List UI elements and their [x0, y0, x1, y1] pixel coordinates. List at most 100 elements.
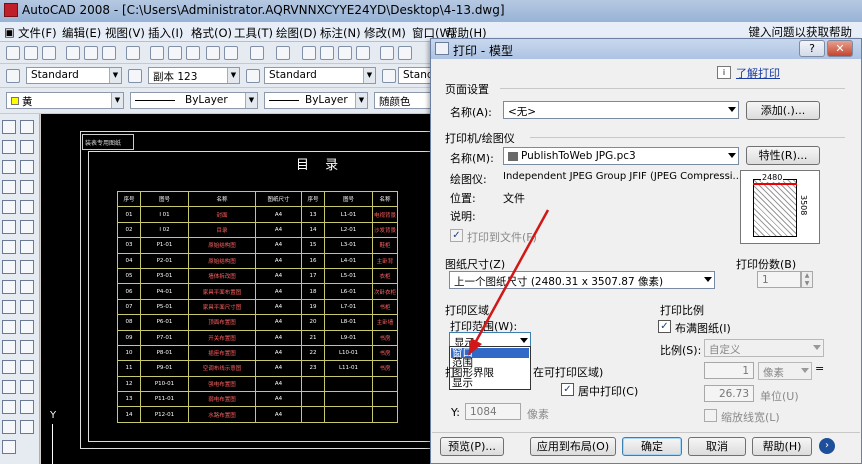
ok-button[interactable]: 确定	[622, 437, 682, 456]
drawing-table-cell: P2-01	[140, 252, 189, 269]
dim-style-select[interactable]: 副本 123 ▼	[148, 67, 240, 84]
cancel-button[interactable]: 取消	[688, 437, 746, 456]
plot-style-select[interactable]: 随颜色	[374, 92, 438, 109]
revision-cloud-icon[interactable]	[2, 260, 16, 274]
ellipse-icon[interactable]	[2, 300, 16, 314]
polyline-icon[interactable]	[2, 160, 16, 174]
insert-block-icon[interactable]	[2, 340, 16, 354]
save-icon[interactable]	[42, 46, 56, 60]
menu-file-icon[interactable]: ▣	[4, 25, 15, 39]
paste-icon[interactable]	[186, 46, 200, 60]
plotter-label: 绘图仪:	[450, 173, 487, 186]
stretch-icon[interactable]	[20, 280, 34, 294]
redo-icon[interactable]	[276, 46, 290, 60]
table-style-select[interactable]: Standard ▼	[264, 67, 376, 84]
plot-to-file-checkbox[interactable]: ✓	[450, 229, 463, 242]
arc-icon[interactable]	[2, 220, 16, 234]
construction-line-icon[interactable]	[2, 140, 16, 154]
3d-dwf-icon[interactable]	[126, 46, 140, 60]
layer-select[interactable]: 黄 ▼	[6, 92, 124, 109]
plot-preview-icon[interactable]	[84, 46, 98, 60]
copies-spinner[interactable]: ▲ ▼	[801, 271, 813, 288]
close-icon[interactable]: ✕	[827, 40, 853, 57]
plot-icon[interactable]	[66, 46, 80, 60]
rectangle-icon[interactable]	[2, 200, 16, 214]
page-setup-name-select[interactable]: <无>	[503, 101, 739, 119]
drawing-table-row: 10 P8-01 插座布置图 A4 22 L10-01 书房	[117, 344, 398, 362]
pan-icon[interactable]	[302, 46, 316, 60]
plotter-properties-button[interactable]: 特性(R)...	[746, 146, 820, 165]
undo-icon[interactable]	[250, 46, 264, 60]
move-icon[interactable]	[20, 220, 34, 234]
region-icon[interactable]	[2, 420, 16, 434]
learn-printing-link[interactable]: 了解打印	[736, 65, 780, 81]
properties-icon[interactable]	[380, 46, 394, 60]
zoom-window-icon[interactable]	[338, 46, 352, 60]
ellipse-arc-icon[interactable]	[2, 320, 16, 334]
menu-file[interactable]: 文件(F)	[18, 25, 57, 41]
circle-icon[interactable]	[2, 240, 16, 254]
add-page-setup-button[interactable]: 添加(.)...	[746, 101, 820, 120]
lineweight-select[interactable]: ByLayer ▼	[264, 92, 368, 109]
break-at-point-icon[interactable]	[20, 340, 34, 354]
spline-icon[interactable]	[2, 280, 16, 294]
break-icon[interactable]	[20, 360, 34, 374]
new-icon[interactable]	[6, 46, 20, 60]
cut-icon[interactable]	[150, 46, 164, 60]
apply-to-layout-button[interactable]: 应用到布局(O)	[530, 437, 616, 456]
zoom-realtime-icon[interactable]	[320, 46, 334, 60]
open-icon[interactable]	[24, 46, 38, 60]
fit-to-paper-checkbox[interactable]: ✓	[658, 320, 671, 333]
menu-modify[interactable]: 修改(M)	[364, 25, 406, 41]
zoom-previous-icon[interactable]	[356, 46, 370, 60]
hatch-icon[interactable]	[2, 400, 16, 414]
more-options-icon[interactable]: ›	[819, 438, 835, 454]
linetype-select[interactable]: ByLayer ▼	[130, 92, 258, 109]
printer-name-select[interactable]: PublishToWeb JPG.pc3	[503, 147, 739, 165]
preview-button[interactable]: 预览(P)...	[440, 437, 504, 456]
menu-tools[interactable]: 工具(T)	[234, 25, 273, 41]
menu-draw[interactable]: 绘图(D)	[276, 25, 317, 41]
block-editor-icon[interactable]	[224, 46, 238, 60]
publish-icon[interactable]	[102, 46, 116, 60]
menu-insert[interactable]: 插入(I)	[148, 25, 183, 41]
rotate-icon[interactable]	[20, 240, 34, 254]
point-icon[interactable]	[2, 380, 16, 394]
text-style-select[interactable]: Standard ▼	[26, 67, 122, 84]
design-center-icon[interactable]	[398, 46, 412, 60]
menu-format[interactable]: 格式(O)	[191, 25, 232, 41]
make-block-icon[interactable]	[2, 360, 16, 374]
match-properties-icon[interactable]	[206, 46, 220, 60]
paper-size-select[interactable]: 上一个图纸尺寸 (2480.31 x 3507.87 像素)	[449, 271, 715, 289]
copy-icon[interactable]	[168, 46, 182, 60]
scale-units-input[interactable]: 26.73	[704, 385, 754, 402]
plot-range-option-display[interactable]: 显示	[451, 378, 529, 389]
explode-icon[interactable]	[20, 420, 34, 434]
drawing-table-cell: 鞋柜	[372, 237, 398, 254]
array-icon[interactable]	[20, 200, 34, 214]
join-icon[interactable]	[20, 380, 34, 394]
polygon-icon[interactable]	[2, 180, 16, 194]
scale-select[interactable]: 自定义	[704, 339, 824, 357]
scale-pixels-input[interactable]: 1	[704, 362, 754, 379]
offset-icon[interactable]	[20, 180, 34, 194]
table-icon[interactable]	[2, 440, 16, 454]
help-question-icon[interactable]: ?	[799, 40, 825, 57]
trim-icon[interactable]	[20, 300, 34, 314]
scale-lineweights-checkbox[interactable]	[704, 409, 717, 422]
mirror-icon[interactable]	[20, 160, 34, 174]
copies-input[interactable]: 1	[757, 271, 801, 288]
scale-icon[interactable]	[20, 260, 34, 274]
help-button[interactable]: 帮助(H)	[752, 437, 812, 456]
offset-y-input[interactable]: 1084	[465, 403, 521, 420]
menu-view[interactable]: 视图(V)	[105, 25, 145, 41]
menu-edit[interactable]: 编辑(E)	[62, 25, 101, 41]
scale-unit-select[interactable]: 像素	[758, 362, 812, 380]
line-icon[interactable]	[2, 120, 16, 134]
copy-object-icon[interactable]	[20, 140, 34, 154]
extend-icon[interactable]	[20, 320, 34, 334]
menu-dimension[interactable]: 标注(N)	[320, 25, 361, 41]
erase-icon[interactable]	[20, 120, 34, 134]
chamfer-icon[interactable]	[20, 400, 34, 414]
center-plot-checkbox[interactable]: ✓	[561, 383, 574, 396]
